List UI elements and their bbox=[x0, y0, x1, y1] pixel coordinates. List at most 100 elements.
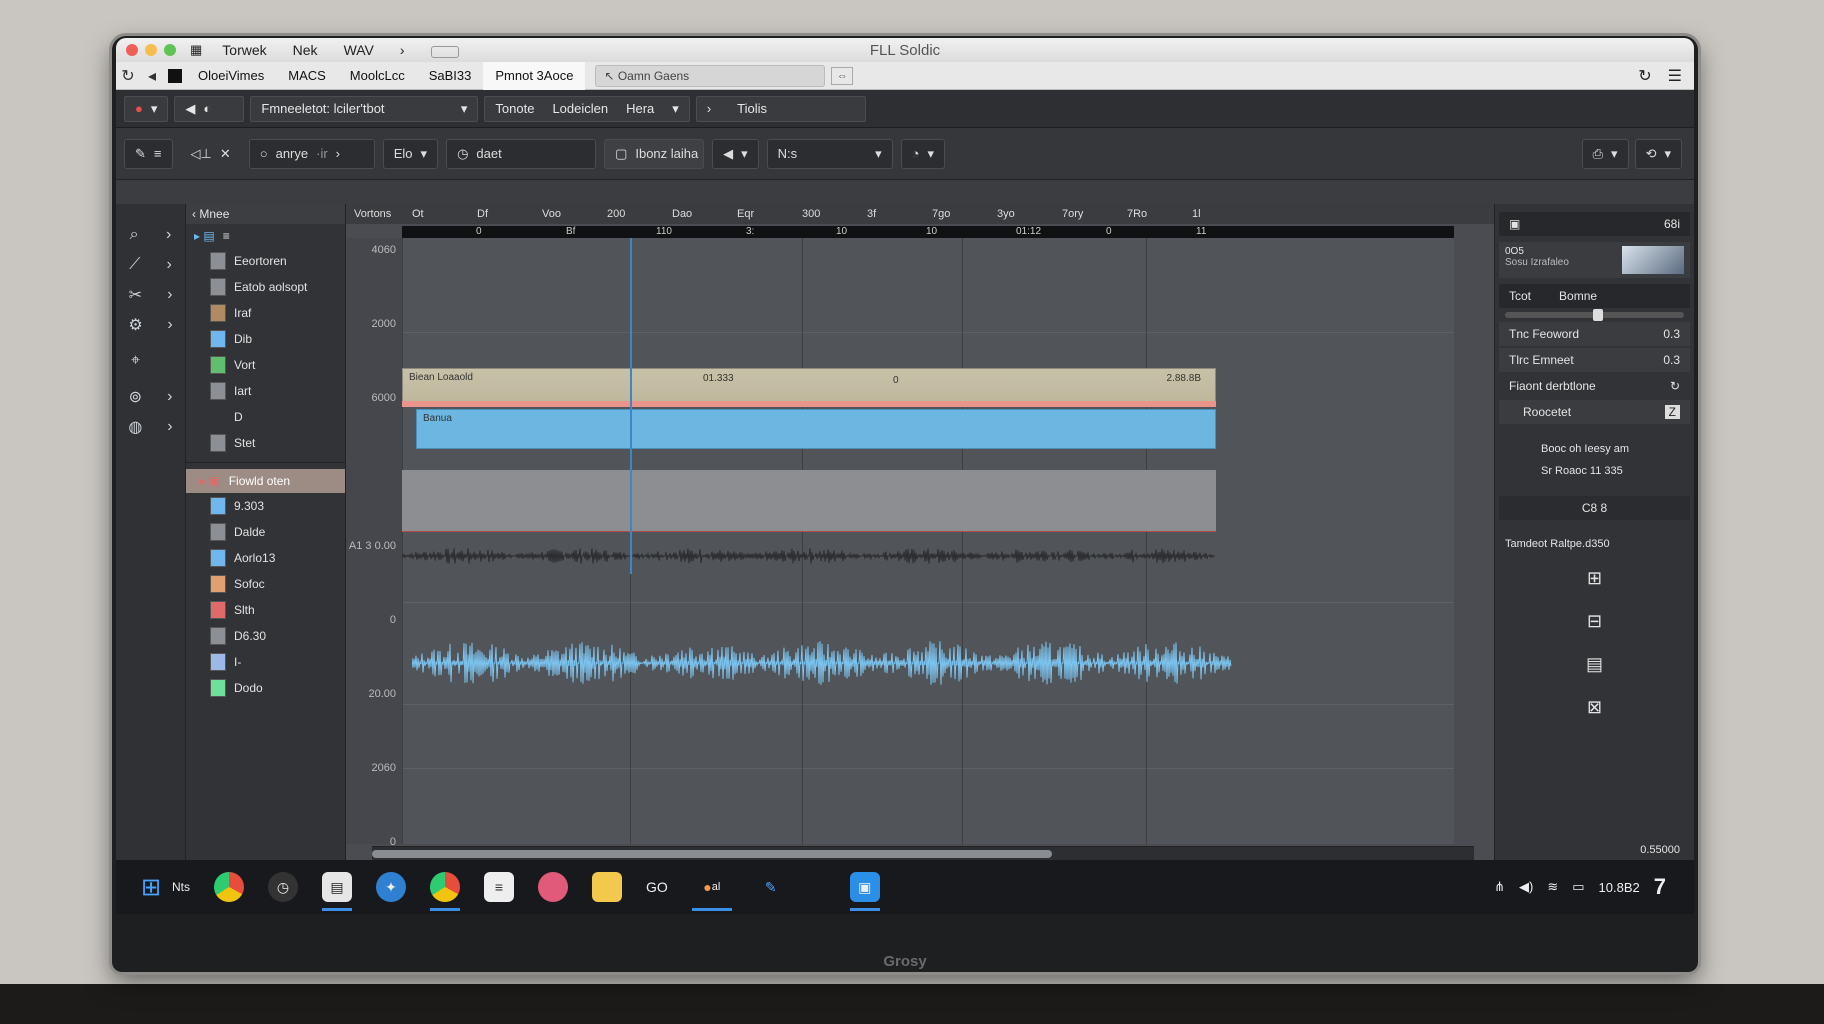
minimize-button[interactable] bbox=[145, 44, 157, 56]
record-control[interactable]: ● ▾ bbox=[124, 95, 169, 122]
browser-section[interactable]: ▸ ▣ Fiowld oten bbox=[186, 469, 345, 493]
panel-section[interactable]: Fiaont derbtlone ↻ bbox=[1499, 374, 1690, 398]
menu-item[interactable]: Nek bbox=[293, 42, 318, 58]
menu-item[interactable]: Torwek bbox=[222, 42, 266, 58]
tool-row[interactable]: ⌕ › bbox=[116, 222, 185, 248]
folder-row[interactable]: ▸ ▤ ≡ bbox=[186, 224, 345, 248]
horizontal-scrollbar[interactable] bbox=[372, 846, 1474, 860]
save-icon[interactable]: ⊞ bbox=[1587, 568, 1602, 589]
track-grid[interactable]: Biean Loaaold 01.333 0 2.88.8B Banua bbox=[402, 238, 1454, 844]
tool-row[interactable]: ⚙ › bbox=[116, 312, 185, 338]
panel-tab[interactable]: Bomne bbox=[1559, 289, 1597, 303]
battery-icon[interactable]: ▭ bbox=[1572, 879, 1584, 895]
browser-item[interactable]: Eeortoren bbox=[186, 248, 345, 274]
music-icon[interactable] bbox=[538, 872, 568, 902]
clock-label[interactable]: GO bbox=[646, 879, 668, 895]
link-icon[interactable]: ⇔ bbox=[831, 66, 854, 85]
pattern-selector[interactable]: N:s ▾ bbox=[766, 138, 893, 169]
start-icon[interactable]: ⊞ bbox=[136, 872, 166, 902]
network-icon[interactable]: ⋔ bbox=[1494, 879, 1505, 895]
close-button[interactable] bbox=[126, 44, 138, 56]
panel-row[interactable]: Tlrc Emneet 0.3 bbox=[1499, 348, 1690, 372]
timeline-bar[interactable]: 0 Bf 110 3: 10 10 01:12 0 11 bbox=[402, 226, 1454, 238]
browser-item[interactable]: 9.303 bbox=[186, 493, 345, 519]
pen-icon[interactable]: ✎ bbox=[756, 872, 786, 902]
export-button[interactable]: ⎙ ▾ bbox=[1581, 138, 1629, 169]
refresh-icon[interactable]: ↻ bbox=[1638, 66, 1651, 86]
browser-item[interactable]: D bbox=[186, 404, 345, 430]
audio-clip-blue[interactable]: Banua bbox=[416, 409, 1216, 449]
playback-control[interactable]: ◀ ◐ bbox=[174, 95, 245, 122]
notes-app-icon[interactable]: ▤ bbox=[322, 872, 352, 911]
slider-thumb[interactable] bbox=[1593, 309, 1603, 321]
transport-item[interactable]: Tonote bbox=[495, 101, 534, 116]
ruler[interactable]: Vortons Ot Df Voo 200 Dao Eqr 300 3f 7go 3yo 7ory 7… bbox=[346, 204, 1494, 224]
browser-item[interactable]: Aorlo13 bbox=[186, 545, 345, 571]
tempo-button[interactable]: ◔ ▾ bbox=[900, 138, 945, 169]
step-button[interactable]: Elo ▾ bbox=[382, 138, 439, 169]
chevron-right-icon[interactable]: › bbox=[400, 42, 405, 58]
menu-item[interactable]: WAV bbox=[344, 42, 374, 58]
browser-item[interactable]: Dib bbox=[186, 326, 345, 352]
browser-item[interactable]: Stet bbox=[186, 430, 345, 456]
panel-tab[interactable]: Tcot bbox=[1509, 289, 1531, 303]
status-icon[interactable]: ● al bbox=[691, 872, 732, 911]
volume-icon[interactable]: ◀) bbox=[1519, 879, 1533, 895]
edit-icon[interactable]: ⊠ bbox=[1587, 697, 1602, 718]
arrow-button[interactable]: ◀ ▾ bbox=[712, 138, 759, 169]
chrome-icon[interactable] bbox=[214, 872, 244, 902]
thumbnail-card[interactable]: 0O5 Sosu Izrafaleo bbox=[1499, 242, 1690, 278]
snap-button[interactable]: ▢ Ibonz laiha bbox=[604, 138, 705, 169]
back-icon[interactable]: ◂ bbox=[140, 66, 164, 86]
tool-row[interactable]: ⟋ › bbox=[116, 252, 185, 278]
nudge-button[interactable]: ◁⊥ ✕ bbox=[181, 139, 241, 169]
active-app-icon[interactable]: ▣ bbox=[849, 872, 880, 911]
grid-icon[interactable]: ▦ bbox=[190, 42, 202, 58]
tool-row[interactable]: ✂ › bbox=[116, 282, 185, 308]
browser-item[interactable]: Eatob aolsopt bbox=[186, 274, 345, 300]
new-tab-button[interactable] bbox=[430, 46, 459, 58]
tool-row[interactable]: ◍ › bbox=[116, 414, 185, 440]
wifi-icon[interactable]: ≋ bbox=[1547, 879, 1558, 895]
chrome-running-icon[interactable] bbox=[430, 872, 460, 911]
browser-item[interactable]: Iraf bbox=[186, 300, 345, 326]
browser-item[interactable]: Vort bbox=[186, 352, 345, 378]
tab-item-active[interactable]: Pmnot 3Aoce bbox=[483, 61, 586, 90]
browser-item[interactable]: D6.30 bbox=[186, 623, 345, 649]
chevron-down-icon[interactable]: ▾ bbox=[672, 101, 679, 117]
mode-selector[interactable]: ○ anrye ·ir › bbox=[248, 138, 375, 169]
empty-clip[interactable] bbox=[402, 470, 1216, 532]
browser-item[interactable]: Dodo bbox=[186, 675, 345, 701]
history-button[interactable]: ⟲ ▾ bbox=[1634, 138, 1682, 169]
tool-row[interactable]: ⊚ › bbox=[116, 384, 185, 410]
browser-item[interactable]: Iart bbox=[186, 378, 345, 404]
tab-item[interactable]: MACS bbox=[276, 62, 338, 90]
clock-app-icon[interactable]: ◷ bbox=[268, 872, 298, 902]
folder-icon[interactable] bbox=[592, 872, 622, 902]
browser-item[interactable]: I- bbox=[186, 649, 345, 675]
tool-row[interactable]: ⌖ bbox=[116, 348, 185, 374]
playhead[interactable] bbox=[630, 238, 632, 574]
menu-icon[interactable]: ☰ bbox=[1668, 66, 1682, 86]
disk-icon[interactable]: ⊟ bbox=[1587, 611, 1602, 632]
browser-item[interactable]: Slth bbox=[186, 597, 345, 623]
address-field[interactable]: ↖ Oamn Gaens bbox=[595, 64, 826, 87]
browser-item[interactable]: Dalde bbox=[186, 519, 345, 545]
slider[interactable] bbox=[1505, 309, 1684, 321]
scroll-thumb[interactable] bbox=[372, 850, 1052, 858]
document-icon[interactable]: ≡ bbox=[484, 872, 514, 902]
tab-item[interactable]: SaBI33 bbox=[417, 62, 484, 90]
panel-row[interactable]: Tnc Feoword 0.3 bbox=[1499, 322, 1690, 346]
tab-item[interactable]: OloeiVimes bbox=[186, 62, 276, 90]
transport-item[interactable]: Hera bbox=[626, 101, 654, 116]
audio-clip-top[interactable]: Biean Loaaold 01.333 0 2.88.8B bbox=[402, 368, 1216, 402]
preset-row[interactable]: Roocetet Z bbox=[1499, 400, 1690, 424]
maximize-button[interactable] bbox=[164, 44, 176, 56]
safari-icon[interactable]: ✦ bbox=[376, 872, 406, 902]
square-icon[interactable]: ▣ bbox=[1509, 217, 1520, 231]
file-icon[interactable]: ▤ bbox=[1586, 654, 1603, 675]
project-selector[interactable]: Fmneeletot: lciler'tbot ▾ bbox=[250, 95, 479, 122]
tray-time[interactable]: 10.8B2 bbox=[1599, 880, 1640, 895]
notification-icon[interactable]: 7 bbox=[1654, 874, 1666, 900]
browser-item[interactable]: Sofoc bbox=[186, 571, 345, 597]
